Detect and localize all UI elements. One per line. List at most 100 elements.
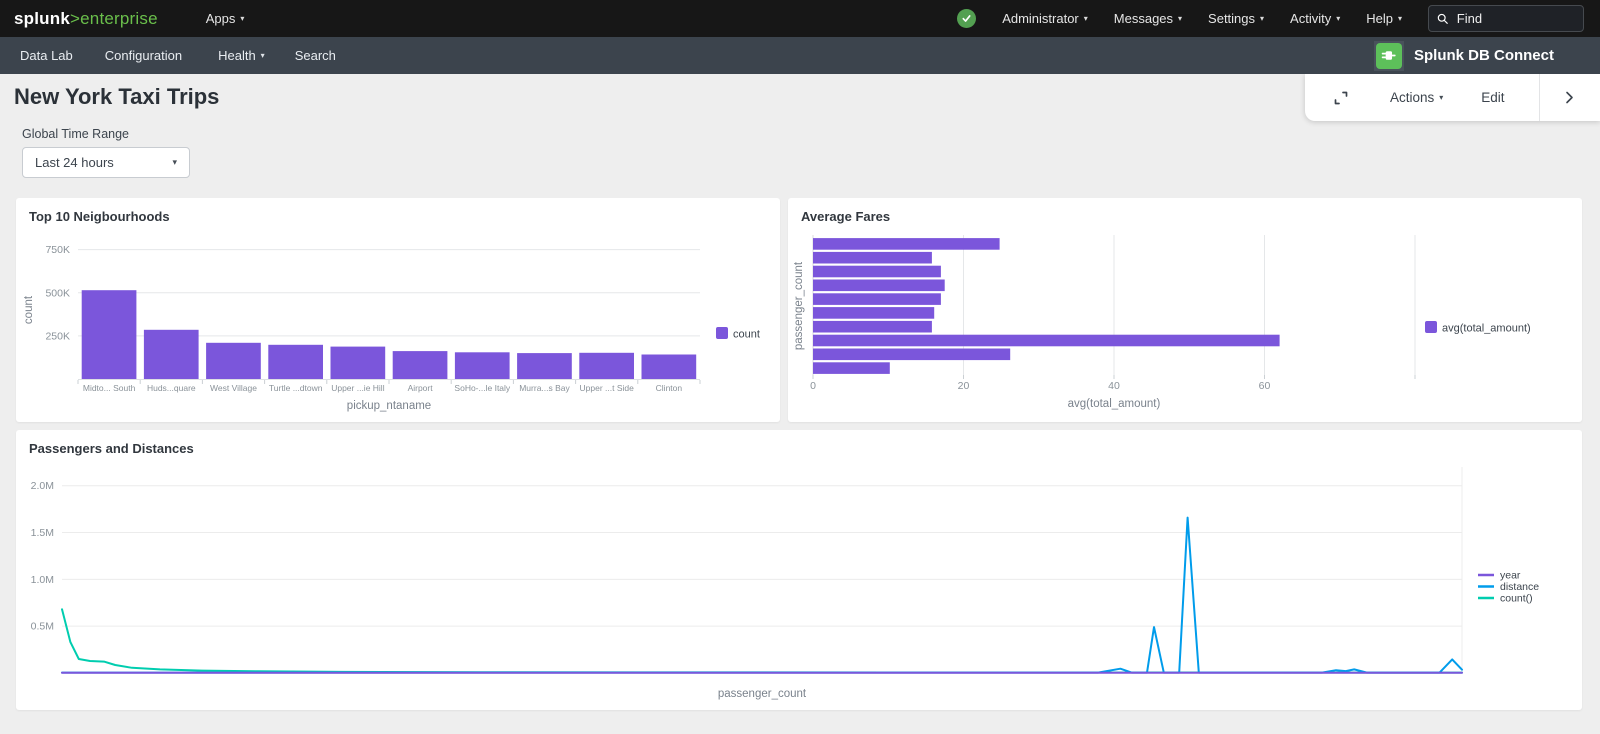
svg-text:West Village: West Village — [210, 383, 257, 393]
dashboard-toolbar: Actions ▾ Edit — [1305, 74, 1600, 121]
db-connect-icon — [1374, 41, 1404, 71]
logo-separator: > — [70, 9, 80, 28]
app-navigation-bar: Data Lab Configuration Health ▾ Search S… — [0, 37, 1600, 74]
menu-activity[interactable]: Activity ▾ — [1290, 11, 1340, 26]
find-box[interactable] — [1428, 5, 1584, 32]
svg-text:year: year — [1500, 570, 1521, 582]
bar[interactable] — [813, 307, 934, 319]
logo-product: enterprise — [80, 9, 158, 28]
caret-down-icon: ▾ — [1398, 14, 1402, 23]
line-series — [62, 518, 1462, 673]
nav-search[interactable]: Search — [295, 48, 336, 63]
svg-text:Huds...quare: Huds...quare — [147, 383, 196, 393]
svg-text:2.0M: 2.0M — [31, 480, 54, 492]
bar[interactable] — [813, 252, 932, 264]
caret-down-icon: ▾ — [172, 157, 177, 168]
app-identity: Splunk DB Connect — [1374, 41, 1554, 71]
bar[interactable] — [813, 321, 932, 333]
menu-help[interactable]: Help ▾ — [1366, 11, 1402, 26]
svg-text:750K: 750K — [45, 244, 70, 256]
bar[interactable] — [206, 343, 261, 379]
nav-data-lab[interactable]: Data Lab — [20, 48, 73, 63]
bar[interactable] — [813, 335, 1280, 347]
svg-text:60: 60 — [1259, 380, 1271, 392]
page-title: New York Taxi Trips — [14, 84, 219, 110]
bar[interactable] — [813, 362, 890, 374]
panel-average-fares: Average Fares 0204060avg(total_amount)pa… — [788, 198, 1582, 422]
panel-top10-neighbourhoods: Top 10 Neigbourhoods 250K500K750KMidto..… — [16, 198, 780, 422]
bar[interactable] — [579, 353, 634, 379]
svg-text:count: count — [23, 295, 35, 324]
bar[interactable] — [813, 349, 1010, 361]
svg-text:0.5M: 0.5M — [31, 621, 54, 633]
bar[interactable] — [82, 290, 137, 379]
bar[interactable] — [331, 347, 386, 379]
svg-text:Upper ...ie Hill: Upper ...ie Hill — [331, 383, 384, 393]
menu-messages[interactable]: Messages ▾ — [1114, 11, 1182, 26]
toolbar-divider — [1539, 74, 1540, 121]
svg-text:Clinton: Clinton — [656, 383, 683, 393]
bar[interactable] — [642, 355, 697, 380]
bar[interactable] — [813, 293, 941, 305]
svg-text:Murra...s Bay: Murra...s Bay — [519, 383, 570, 393]
caret-down-icon: ▾ — [1439, 93, 1443, 102]
time-range-label: Global Time Range — [22, 127, 129, 141]
bar[interactable] — [455, 352, 510, 379]
bar[interactable] — [813, 238, 1000, 250]
plug-icon — [1380, 47, 1397, 64]
svg-text:distance: distance — [1500, 581, 1539, 593]
svg-text:Airport: Airport — [408, 383, 434, 393]
edit-button[interactable]: Edit — [1481, 90, 1504, 105]
bar[interactable] — [268, 345, 323, 379]
time-range-dropdown[interactable]: Last 24 hours ▾ — [22, 147, 190, 178]
find-input[interactable] — [1455, 10, 1575, 27]
chevron-right-icon — [1561, 89, 1577, 106]
caret-down-icon: ▾ — [1336, 14, 1340, 23]
svg-text:20: 20 — [958, 380, 970, 392]
topnav-right: Administrator ▾ Messages ▾ Settings ▾ Ac… — [957, 5, 1584, 32]
panel-title: Average Fares — [788, 198, 1582, 224]
splunk-logo: splunk>enterprise — [14, 9, 158, 29]
fullscreen-button[interactable] — [1332, 89, 1350, 107]
bar[interactable] — [144, 330, 199, 379]
svg-text:passenger_count: passenger_count — [718, 688, 807, 700]
legend-swatch[interactable] — [716, 327, 728, 339]
line-series — [62, 609, 1462, 672]
health-status-icon[interactable] — [957, 9, 976, 28]
bar[interactable] — [813, 266, 941, 278]
menu-settings[interactable]: Settings ▾ — [1208, 11, 1264, 26]
legend-swatch[interactable] — [1425, 321, 1437, 333]
svg-text:avg(total_amount): avg(total_amount) — [1068, 398, 1161, 410]
top-navigation-bar: splunk>enterprise Apps ▾ Administrator ▾… — [0, 0, 1600, 37]
svg-text:1.5M: 1.5M — [31, 527, 54, 539]
caret-down-icon: ▾ — [261, 51, 265, 60]
svg-text:count: count — [733, 329, 760, 341]
bar[interactable] — [517, 353, 572, 379]
next-button[interactable] — [1561, 89, 1577, 106]
actions-button[interactable]: Actions ▾ — [1390, 90, 1443, 105]
bar[interactable] — [393, 351, 448, 379]
svg-text:500K: 500K — [45, 287, 70, 299]
svg-text:avg(total_amount): avg(total_amount) — [1442, 323, 1531, 335]
caret-down-icon: ▾ — [1178, 14, 1182, 23]
apps-menu[interactable]: Apps ▾ — [206, 11, 245, 26]
panel-passengers-distances: Passengers and Distances 0.5M1.0M1.5M2.0… — [16, 430, 1582, 710]
nav-configuration[interactable]: Configuration — [105, 48, 182, 63]
top10-bar-chart: 250K500K750KMidto... SouthHuds...quareWe… — [16, 227, 780, 422]
passengers-distances-line-chart: 0.5M1.0M1.5M2.0Mpassenger_countyeardista… — [16, 459, 1582, 716]
panel-title: Top 10 Neigbourhoods — [16, 198, 780, 224]
caret-down-icon: ▾ — [1084, 14, 1088, 23]
bar[interactable] — [813, 280, 945, 292]
nav-health[interactable]: Health ▾ — [218, 48, 265, 63]
svg-text:SoHo-...le Italy: SoHo-...le Italy — [454, 383, 510, 393]
svg-text:40: 40 — [1108, 380, 1120, 392]
menu-administrator[interactable]: Administrator ▾ — [1002, 11, 1088, 26]
caret-down-icon: ▾ — [240, 14, 244, 23]
svg-text:passenger_count: passenger_count — [793, 261, 805, 350]
average-fares-bar-chart: 0204060avg(total_amount)passenger_counta… — [788, 227, 1582, 422]
svg-text:pickup_ntaname: pickup_ntaname — [347, 400, 431, 412]
app-title: Splunk DB Connect — [1414, 47, 1554, 64]
svg-text:count(): count() — [1500, 593, 1533, 605]
panel-title: Passengers and Distances — [16, 430, 1582, 456]
expand-icon — [1332, 89, 1350, 107]
